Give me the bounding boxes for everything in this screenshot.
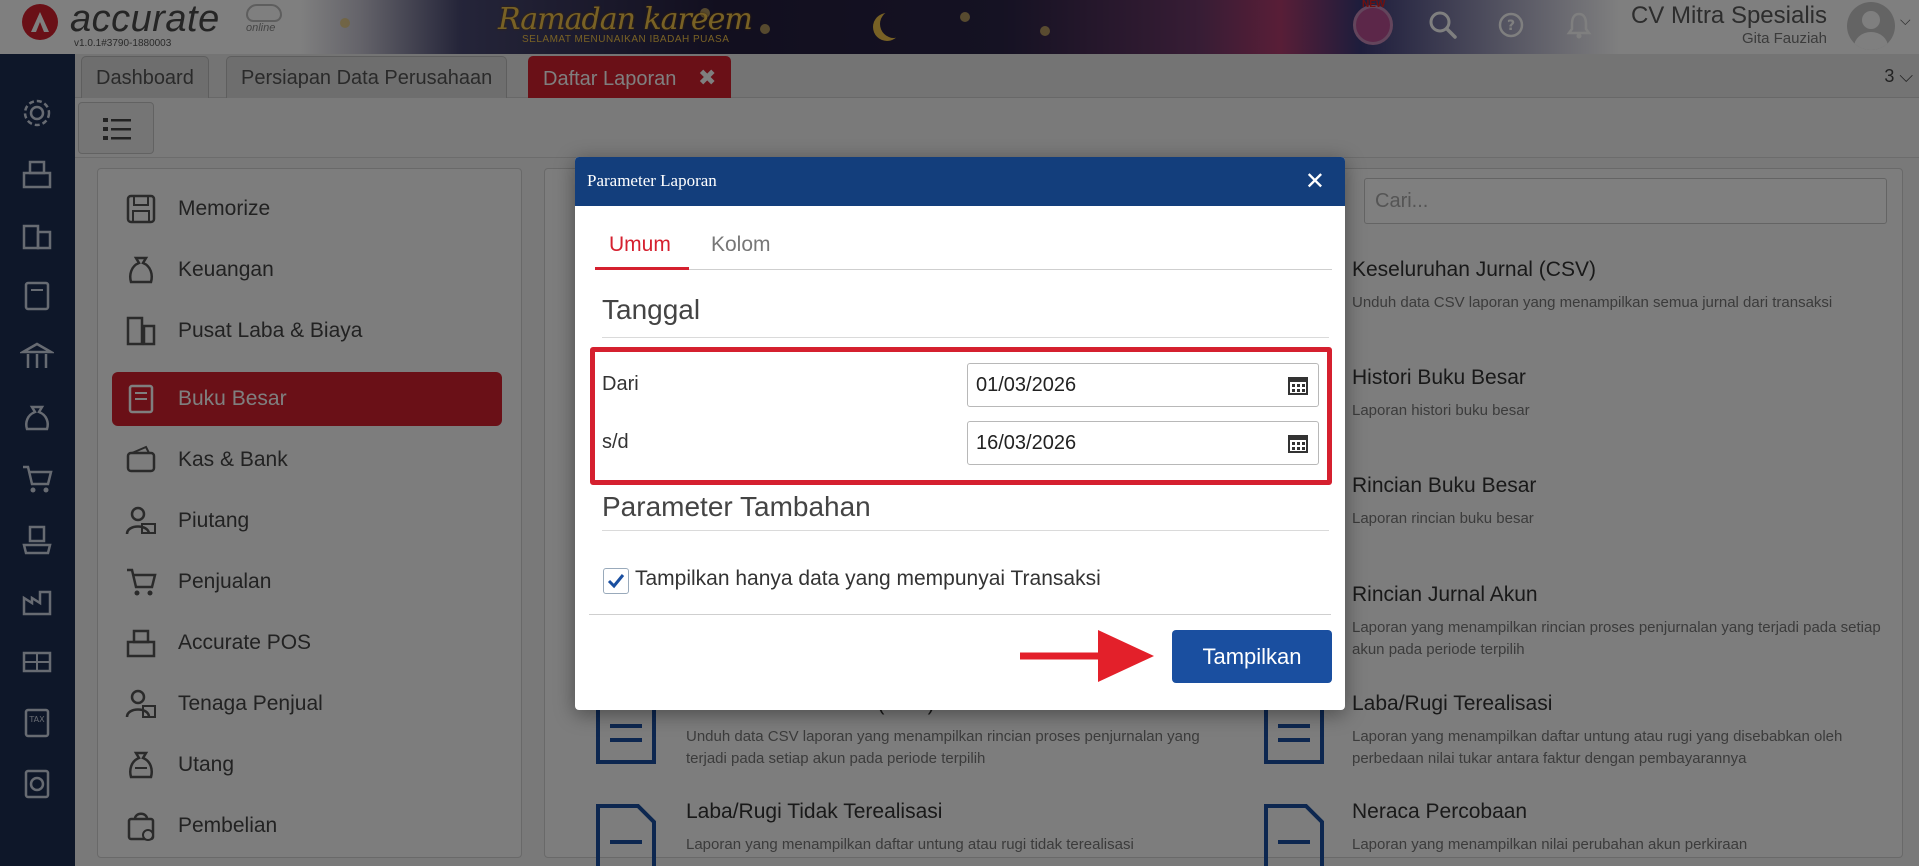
close-icon[interactable]: ✕ xyxy=(1305,167,1325,196)
tab-divider xyxy=(595,269,1332,270)
checkmark-icon xyxy=(607,574,625,589)
to-date-input[interactable]: 16/03/2026 xyxy=(967,421,1319,465)
section-title-parameter-tambahan: Parameter Tambahan xyxy=(602,491,871,522)
only-transactions-label[interactable]: Tampilkan hanya data yang mempunyai Tran… xyxy=(635,567,1101,591)
calendar-icon[interactable] xyxy=(1288,375,1308,395)
from-date-input[interactable]: 01/03/2026 xyxy=(967,363,1319,407)
calendar-icon[interactable] xyxy=(1288,433,1308,453)
parameter-laporan-dialog: Parameter Laporan ✕ Umum Kolom Tanggal D… xyxy=(575,157,1345,710)
dialog-title: Parameter Laporan xyxy=(587,171,717,190)
to-date-label: s/d xyxy=(602,431,629,453)
from-date-value: 01/03/2026 xyxy=(976,374,1077,396)
only-transactions-checkbox[interactable] xyxy=(603,568,629,594)
from-date-label: Dari xyxy=(602,373,639,395)
section-title-tanggal: Tanggal xyxy=(602,294,701,325)
arrow-annotation-icon xyxy=(1020,630,1154,682)
tab-umum[interactable]: Umum xyxy=(609,233,671,257)
active-tab-indicator xyxy=(595,267,689,270)
tampilkan-button[interactable]: Tampilkan xyxy=(1172,630,1332,683)
dialog-header: Parameter Laporan ✕ xyxy=(575,157,1345,206)
tab-kolom[interactable]: Kolom xyxy=(711,233,771,257)
footer-divider xyxy=(589,614,1331,615)
section-divider xyxy=(602,530,1329,531)
to-date-value: 16/03/2026 xyxy=(976,432,1077,454)
section-divider xyxy=(602,337,1329,338)
